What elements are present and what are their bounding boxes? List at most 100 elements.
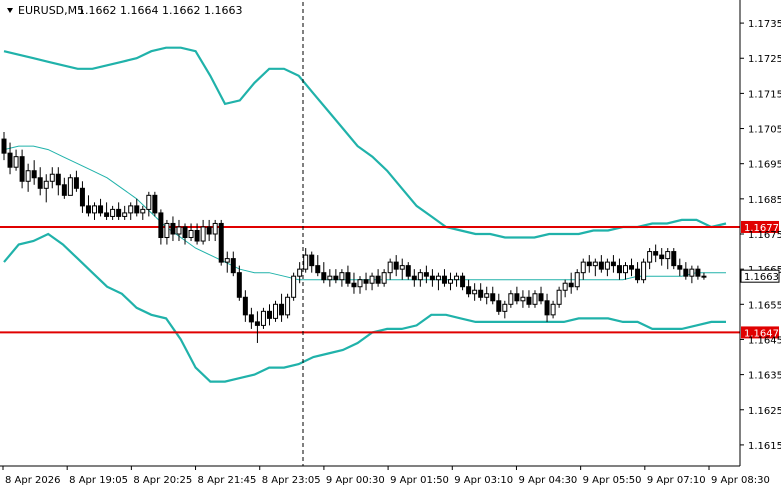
y-tick-label: 1.1615 bbox=[748, 441, 781, 452]
candle-body bbox=[629, 265, 635, 270]
candle-body bbox=[297, 268, 303, 277]
candle bbox=[574, 269, 580, 291]
candle-body bbox=[242, 296, 248, 316]
candle-body bbox=[574, 272, 580, 288]
candle-body bbox=[562, 282, 568, 291]
x-tick-label: 8 Apr 19:05 bbox=[69, 475, 128, 486]
candle-body bbox=[266, 310, 272, 319]
candle-body bbox=[635, 268, 641, 281]
x-tick-label: 8 Apr 23:05 bbox=[262, 475, 321, 486]
candle-body bbox=[496, 300, 502, 312]
candle-body bbox=[85, 205, 91, 214]
candle-body bbox=[291, 275, 297, 298]
y-tick-label: 1.1705 bbox=[748, 125, 781, 136]
candle bbox=[273, 300, 279, 322]
candle-body bbox=[254, 321, 260, 326]
candle-body bbox=[448, 279, 454, 284]
chart-canvas[interactable]: 1.16771.1647 1.17351.17251.17151.17051.1… bbox=[0, 0, 781, 489]
candle-body bbox=[98, 205, 104, 214]
candle-body bbox=[665, 251, 671, 260]
candle-body bbox=[218, 222, 224, 263]
candle-body bbox=[526, 296, 532, 305]
y-tick-label: 1.1635 bbox=[748, 371, 781, 382]
candle-body bbox=[309, 254, 315, 267]
candle-body bbox=[514, 293, 520, 302]
candle-body bbox=[206, 226, 212, 235]
x-tick-label: 9 Apr 05:50 bbox=[583, 475, 642, 486]
candle-body bbox=[399, 265, 405, 270]
x-tick-label: 8 Apr 21:45 bbox=[198, 475, 257, 486]
chart-window[interactable]: 1.1677 1.1647 1.1735 1.1725 1.1715 1.1705 1.1… bbox=[0, 0, 781, 489]
candle bbox=[152, 191, 158, 217]
candle-body bbox=[357, 279, 363, 288]
candle-body bbox=[230, 258, 236, 274]
candle-body bbox=[381, 272, 387, 284]
candle-body bbox=[279, 303, 285, 316]
x-tick-label: 8 Apr 2026 bbox=[5, 475, 60, 486]
candle-body bbox=[616, 265, 622, 274]
chart-background bbox=[0, 0, 781, 489]
candle-body bbox=[303, 254, 309, 270]
candle-body bbox=[592, 261, 598, 267]
candle-body bbox=[435, 275, 441, 281]
candle-body bbox=[423, 272, 429, 277]
candle-body bbox=[67, 177, 73, 196]
candle-body bbox=[61, 184, 67, 196]
candle-body bbox=[110, 208, 116, 217]
candle-body bbox=[122, 212, 128, 217]
candle-body bbox=[363, 279, 369, 284]
candle-body bbox=[472, 289, 478, 295]
candle-body bbox=[170, 222, 176, 235]
candle-body bbox=[429, 275, 435, 281]
candle-body bbox=[140, 208, 146, 214]
candle-body bbox=[671, 251, 677, 267]
candle-body bbox=[490, 293, 496, 302]
candle-body bbox=[466, 286, 472, 295]
candle-body bbox=[695, 268, 701, 277]
candle-body bbox=[248, 314, 254, 323]
candle-body bbox=[31, 170, 37, 179]
candle-body bbox=[659, 254, 665, 260]
candle-body bbox=[653, 251, 659, 256]
candle bbox=[641, 258, 647, 284]
candle-body bbox=[224, 258, 230, 263]
candle-body bbox=[260, 310, 266, 326]
candle-body bbox=[188, 229, 194, 239]
candle-body bbox=[339, 272, 345, 281]
candle-body bbox=[19, 156, 25, 182]
candle-body bbox=[236, 272, 242, 298]
y-tick-label: 1.1645 bbox=[748, 335, 781, 346]
candle-body bbox=[315, 265, 321, 274]
y-tick-label: 1.1725 bbox=[748, 54, 781, 65]
candle-body bbox=[1, 138, 7, 154]
candle-body bbox=[508, 293, 514, 305]
candle-body bbox=[176, 226, 182, 235]
x-tick-label: 8 Apr 20:25 bbox=[133, 475, 192, 486]
candle-body bbox=[25, 170, 31, 182]
candle-body bbox=[128, 205, 134, 214]
candle-body bbox=[580, 261, 586, 274]
candle-body bbox=[55, 173, 61, 186]
candle-body bbox=[333, 275, 339, 281]
x-tick-label: 9 Apr 00:30 bbox=[326, 475, 385, 486]
candle-body bbox=[73, 177, 79, 189]
candle bbox=[671, 248, 677, 270]
candle-body bbox=[454, 275, 460, 281]
candle-body bbox=[49, 173, 55, 182]
candle bbox=[556, 286, 562, 308]
ohlc-label: 1.1662 1.1664 1.1662 1.1663 bbox=[78, 4, 242, 17]
candle-body bbox=[393, 261, 399, 270]
candle-body bbox=[520, 296, 526, 302]
candle-body bbox=[158, 212, 164, 239]
candle-body bbox=[701, 275, 707, 278]
candle-body bbox=[532, 293, 538, 305]
candle-body bbox=[586, 261, 592, 267]
candle-body bbox=[285, 296, 291, 316]
candle bbox=[291, 272, 297, 301]
candle-body bbox=[417, 272, 423, 281]
candle-body bbox=[544, 300, 550, 316]
y-tick-label: 1.1685 bbox=[748, 195, 781, 206]
candle-body bbox=[538, 293, 544, 302]
current-price-label: 1.1663 bbox=[744, 272, 779, 283]
y-tick-label: 1.1695 bbox=[748, 160, 781, 171]
